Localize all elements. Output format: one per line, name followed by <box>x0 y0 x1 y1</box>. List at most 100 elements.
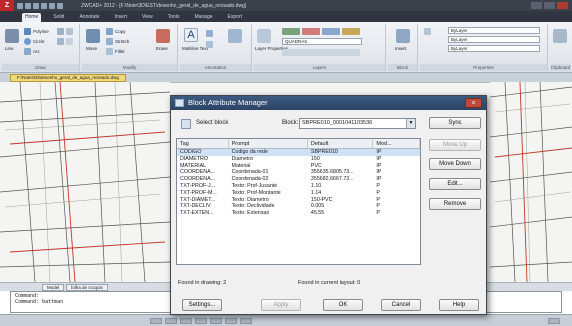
edit-button[interactable]: Edit... <box>429 178 481 190</box>
erase-icon[interactable] <box>156 29 170 43</box>
tab-solid[interactable]: Solid <box>50 13 67 22</box>
leader-icon[interactable] <box>206 41 213 48</box>
line-button-label[interactable]: Line <box>5 46 14 51</box>
lweight-toggle[interactable] <box>240 318 252 324</box>
table-row[interactable]: MATERIAL Material PVC IP <box>177 163 420 170</box>
table-row[interactable]: TXT-DECLIV Texto: Declividade 0.005 P <box>177 203 420 210</box>
linetype-dropdown[interactable]: ByLayer <box>448 45 540 52</box>
column-header-prompt[interactable]: Prompt <box>229 139 308 148</box>
table-row[interactable]: COORDENA... Coordenada-02 355682.6667.73… <box>177 176 420 183</box>
dialog-app-icon <box>175 99 184 107</box>
arc-icon[interactable] <box>24 48 31 55</box>
color-dropdown[interactable]: ByLayer <box>448 27 540 34</box>
move-down-button[interactable]: Move Down <box>429 158 481 170</box>
fillet-label[interactable]: Fillet <box>115 49 125 54</box>
grid-toggle[interactable] <box>165 318 177 324</box>
layer-isolate-icon[interactable] <box>302 28 320 35</box>
move-label[interactable]: Move <box>86 46 97 51</box>
move-up-button[interactable]: Move Up <box>429 139 481 151</box>
copy-icon[interactable] <box>106 28 113 35</box>
polyline-icon[interactable] <box>24 28 31 35</box>
fillet-icon[interactable] <box>106 48 113 55</box>
sync-button[interactable]: Sync <box>429 117 481 129</box>
table-row[interactable]: TXT-EXTEN... Texto: Extensao 45.55 P <box>177 210 420 217</box>
table-row[interactable]: TXT-DIAMET... Texto: Diametro 150-PVC P <box>177 197 420 204</box>
column-header-tag[interactable]: Tag <box>177 139 229 148</box>
apply-button[interactable]: Apply <box>261 299 301 311</box>
multiline-text-label[interactable]: Multiline Text <box>182 46 208 51</box>
layer-properties-icon[interactable] <box>257 29 271 43</box>
circle-label[interactable]: Circle <box>33 39 45 44</box>
stretch-icon[interactable] <box>106 38 113 45</box>
save-icon[interactable] <box>33 2 39 9</box>
layer-state-icon[interactable] <box>282 28 300 35</box>
tab-insert[interactable]: Insert <box>112 13 131 22</box>
ellipse-icon[interactable] <box>57 38 64 45</box>
osnap-toggle[interactable] <box>210 318 222 324</box>
remove-button[interactable]: Remove <box>429 198 481 210</box>
cancel-button[interactable]: Cancel <box>381 299 421 311</box>
new-icon[interactable] <box>17 2 23 9</box>
polyline-label[interactable]: Polyline <box>33 29 49 34</box>
print-icon[interactable] <box>57 2 63 9</box>
select-block-label[interactable]: Select block <box>196 120 228 126</box>
settings-button[interactable]: Settings... <box>182 299 222 311</box>
layer-lock-icon[interactable] <box>342 28 360 35</box>
tab-model[interactable]: Model <box>42 284 65 291</box>
polar-toggle[interactable] <box>195 318 207 324</box>
paste-icon[interactable] <box>553 29 567 43</box>
redo-icon[interactable] <box>49 2 55 9</box>
tab-home[interactable]: Home <box>22 13 42 22</box>
insert-block-icon[interactable] <box>396 29 410 43</box>
tab-annotate[interactable]: Annotate <box>76 13 102 22</box>
close-window-button[interactable] <box>557 2 568 9</box>
otrack-toggle[interactable] <box>225 318 237 324</box>
spline-icon[interactable] <box>66 38 73 45</box>
tab-manage[interactable]: Manage <box>191 13 215 22</box>
block-select[interactable]: SBPRE010_0001041103536 ▼ <box>299 118 416 129</box>
table-icon[interactable] <box>228 29 242 43</box>
status-menu-button[interactable] <box>548 318 560 324</box>
dialog-close-button[interactable]: × <box>465 98 482 108</box>
tab-export[interactable]: Export <box>225 13 245 22</box>
table-row[interactable]: DIAMETRO Diametro 150 IP <box>177 156 420 163</box>
snap-toggle[interactable] <box>150 318 162 324</box>
column-header-default[interactable]: Default <box>308 139 374 148</box>
lineweight-dropdown[interactable]: ByLayer <box>448 36 540 43</box>
erase-label[interactable]: Erase <box>156 46 168 51</box>
table-row[interactable]: COORDENA... Coordenada-01 355635.6805.73… <box>177 169 420 176</box>
maximize-button[interactable] <box>544 2 555 9</box>
match-properties-icon[interactable] <box>424 28 431 35</box>
circle-icon[interactable] <box>24 38 31 45</box>
hatch-icon[interactable] <box>66 28 73 35</box>
tab-tools[interactable]: Tools <box>165 13 183 22</box>
table-row[interactable]: TXT-PROF-J... Texto: Prof-Jusante 1.10 P <box>177 183 420 190</box>
insert-label[interactable]: Insert <box>395 46 406 51</box>
table-row[interactable]: TXT-PROF-M... Texto: Prof-Montante 1.14 … <box>177 190 420 197</box>
layer-dropdown[interactable]: QUADRAS <box>282 38 362 45</box>
move-icon[interactable] <box>86 29 100 43</box>
help-button[interactable]: Help <box>439 299 479 311</box>
copy-label[interactable]: Copy <box>115 29 126 34</box>
minimize-button[interactable] <box>531 2 542 9</box>
document-tab[interactable]: F:\Note\3D\desenho_geral_de_agua_revisad… <box>10 74 126 82</box>
text-icon[interactable]: A <box>184 28 198 42</box>
dimension-icon[interactable] <box>206 30 213 37</box>
ortho-toggle[interactable] <box>180 318 192 324</box>
layer-tools-icon[interactable] <box>282 49 360 56</box>
arc-label[interactable]: Arc <box>33 49 40 54</box>
table-row[interactable]: CODIGO Codigo da rede SBPRE010 IP <box>177 149 420 156</box>
undo-icon[interactable] <box>41 2 47 9</box>
tab-view[interactable]: View <box>139 13 156 22</box>
open-icon[interactable] <box>25 2 31 9</box>
rectangle-icon[interactable] <box>57 28 64 35</box>
chevron-down-icon[interactable]: ▼ <box>406 119 415 128</box>
app-logo[interactable]: Z <box>0 0 14 11</box>
layer-freeze-icon[interactable] <box>322 28 340 35</box>
stretch-label[interactable]: Stretch <box>115 39 129 44</box>
column-header-modes[interactable]: Mod... <box>373 139 420 148</box>
select-block-icon[interactable] <box>181 119 191 129</box>
ok-button[interactable]: OK <box>323 299 363 311</box>
line-icon[interactable] <box>5 29 19 43</box>
tab-layout-folha[interactable]: folha de croquis <box>66 284 108 291</box>
